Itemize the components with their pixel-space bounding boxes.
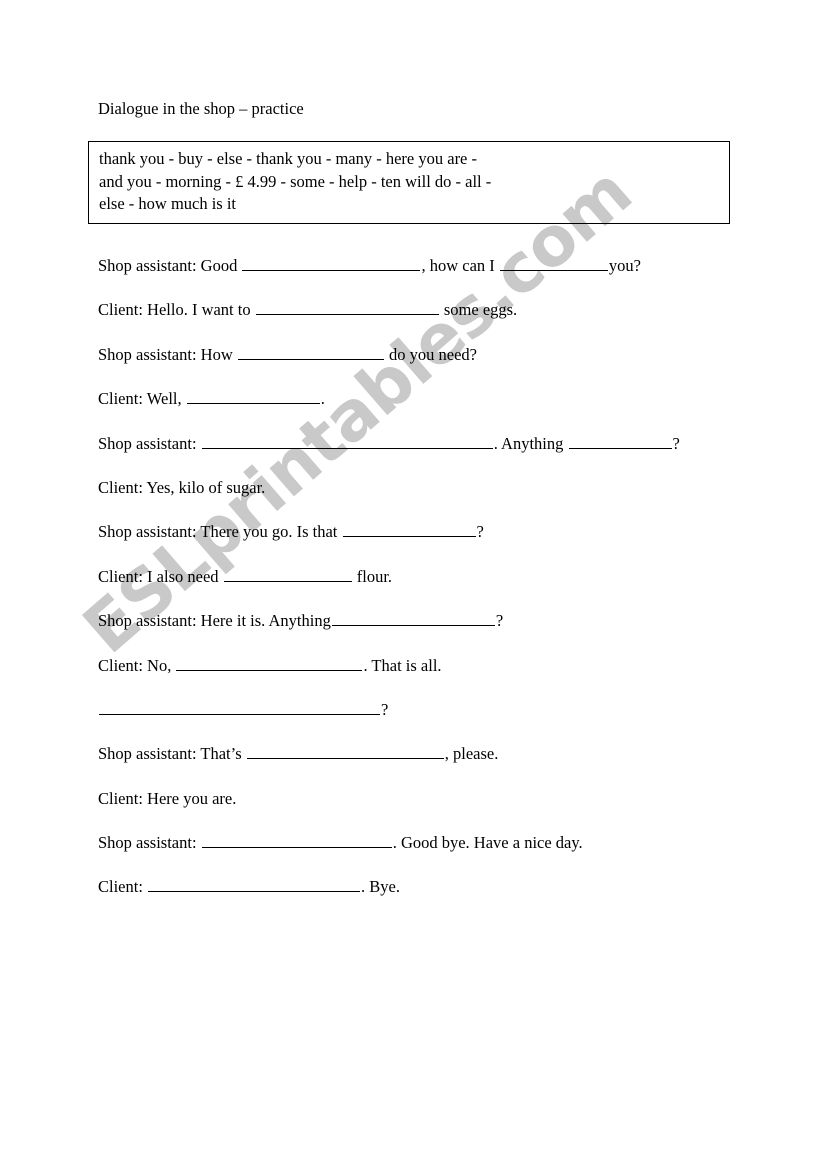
dialogue-line: Shop assistant: There you go. Is that ? (98, 521, 758, 565)
dialogue-text: ? (476, 522, 484, 542)
fill-in-blank[interactable] (99, 699, 380, 715)
dialogue-line: Shop assistant: . Good bye. Have a nice … (98, 832, 758, 876)
dialogue-text: Client: No, (98, 655, 176, 675)
dialogue-line: Client: Yes, kilo of sugar. (98, 477, 758, 521)
dialogue-text: flour. (352, 566, 393, 586)
dialogue-line: Shop assistant: Here it is. Anything? (98, 610, 758, 654)
dialogue-text: Client: I also need (98, 566, 223, 586)
dialogue-text: Shop assistant: Here it is. Anything (98, 611, 331, 631)
dialogue-line: Client: Well, . (98, 388, 758, 432)
word-bank-line: else - how much is it (99, 194, 237, 213)
fill-in-blank[interactable] (331, 610, 495, 627)
dialogue-text: Client: (98, 877, 148, 897)
fill-in-blank[interactable] (201, 832, 392, 849)
dialogue-text: . (320, 389, 325, 409)
dialogue-text: Client: Hello. I want to (98, 300, 255, 320)
fill-in-blank[interactable] (223, 566, 352, 582)
dialogue-line: Client: No, . That is all. (98, 655, 758, 699)
dialogue-text: Shop assistant: Good (98, 256, 242, 275)
dialogue-text: . Bye. (361, 877, 401, 897)
fill-in-blank[interactable] (499, 255, 608, 271)
page-title: Dialogue in the shop – practice (98, 99, 304, 118)
fill-in-blank[interactable] (237, 344, 384, 360)
dialogue-line: Client: I also need flour. (98, 566, 758, 610)
dialogue-line: Client: . Bye. (98, 876, 758, 920)
worksheet-content: Dialogue in the shop – practice thank yo… (0, 0, 826, 1169)
dialogue-text: ? (672, 433, 680, 453)
dialogue-text: , please. (444, 744, 499, 764)
word-bank-line: thank you - buy - else - thank you - man… (99, 149, 478, 168)
dialogue-line: Client: Here you are. (98, 788, 758, 832)
fill-in-blank[interactable] (255, 299, 439, 316)
worksheet-page: ESLprintables.com Dialogue in the shop –… (0, 0, 826, 1169)
dialogue-text: . That is all. (363, 655, 442, 675)
fill-in-blank[interactable] (176, 655, 363, 671)
dialogue-text: ? (381, 699, 389, 719)
dialogue-text: you? (608, 256, 641, 275)
dialogue-text: Shop assistant: (98, 433, 201, 453)
dialogue-text: Shop assistant: That’s (98, 744, 246, 764)
fill-in-blank[interactable] (148, 876, 361, 893)
dialogue-text: . Good bye. Have a nice day. (392, 833, 583, 853)
dialogue-line: ? (98, 699, 758, 743)
word-bank-box: thank you - buy - else - thank you - man… (88, 141, 730, 224)
dialogue-text: Client: Here you are. (98, 788, 237, 808)
word-bank-line: and you - morning - £ 4.99 - some - help… (99, 171, 492, 191)
dialogue-line: Shop assistant: . Anything ? (98, 433, 758, 477)
dialogue-text: Shop assistant: How (98, 344, 237, 364)
dialogue-text: Shop assistant: (98, 833, 201, 853)
dialogue-text: . Anything (493, 433, 568, 453)
dialogue-text: , how can I (421, 256, 499, 275)
dialogue-line: Shop assistant: How do you need? (98, 344, 758, 388)
dialogue-text: Client: Yes, kilo of sugar. (98, 477, 266, 497)
fill-in-blank[interactable] (342, 521, 476, 538)
fill-in-blank[interactable] (201, 433, 493, 449)
dialogue-line: Client: Hello. I want to some eggs. (98, 299, 758, 343)
dialogue-line: Shop assistant: Good , how can I you? (98, 255, 758, 299)
dialogue-line: Shop assistant: That’s , please. (98, 743, 758, 787)
dialogue-text: ? (495, 611, 504, 631)
fill-in-blank[interactable] (568, 433, 672, 449)
dialogue-list: Shop assistant: Good , how can I you? Cli… (98, 255, 758, 921)
fill-in-blank[interactable] (242, 255, 421, 271)
fill-in-blank[interactable] (246, 743, 444, 760)
dialogue-text: do you need? (384, 344, 477, 364)
dialogue-text: Shop assistant: There you go. Is that (98, 522, 342, 542)
fill-in-blank[interactable] (186, 388, 320, 405)
dialogue-text: Client: Well, (98, 389, 186, 409)
dialogue-text: some eggs. (439, 300, 518, 320)
